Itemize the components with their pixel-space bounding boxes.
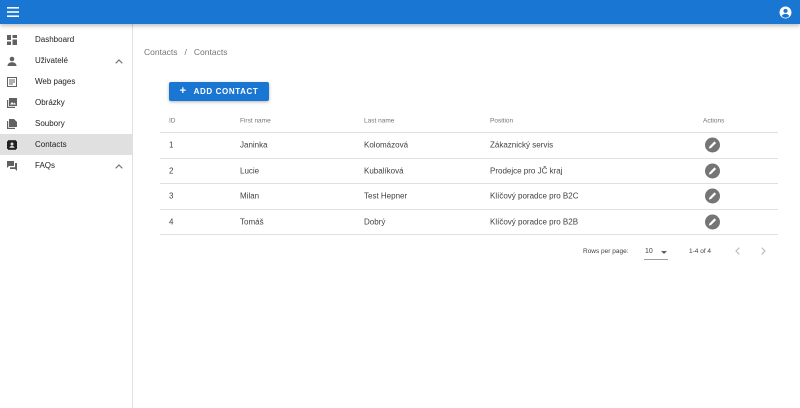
column-header-last-name[interactable]: Last name: [364, 118, 394, 125]
contacts-table: ID First name Last name Position Actions…: [160, 110, 778, 235]
chevron-right-icon[interactable]: [758, 246, 768, 256]
cell-id: 1: [169, 140, 174, 150]
rows-per-page-value: 10: [645, 248, 653, 255]
breadcrumb-separator: /: [184, 47, 187, 57]
cell-last-name: Kubalíková: [364, 166, 404, 176]
column-header-first-name[interactable]: First name: [240, 118, 271, 125]
table-header: ID First name Last name Position Actions: [160, 110, 778, 133]
breadcrumb-item: Contacts: [193, 47, 228, 57]
rows-per-page-label: Rows per page:: [583, 248, 629, 255]
pencil-icon: [708, 141, 717, 149]
edit-button[interactable]: [705, 214, 720, 230]
dashboard-icon: [6, 34, 17, 45]
sidebar-item-faqs[interactable]: FAQs: [0, 155, 132, 176]
pencil-icon: [708, 167, 717, 175]
sidebar-item-label: FAQs: [35, 161, 56, 170]
sidebar-item-files[interactable]: Soubory: [0, 113, 132, 134]
table-row[interactable]: 2 Lucie Kubalíková Prodejce pro JČ kraj: [160, 159, 778, 184]
dropdown-caret-icon: [661, 251, 667, 254]
column-header-position[interactable]: Position: [490, 118, 513, 125]
table-row[interactable]: 3 Milan Test Hepner Klíčový poradce pro …: [160, 184, 778, 210]
chevron-up-icon[interactable]: [114, 56, 124, 66]
cell-first-name: Milan: [240, 191, 260, 201]
rows-per-page-select[interactable]: 10: [644, 244, 668, 260]
sidebar-item-label: Obrázky: [35, 98, 65, 107]
person-icon: [6, 55, 17, 66]
breadcrumb: Contacts / Contacts: [144, 47, 227, 57]
sidebar-item-images[interactable]: Obrázky: [0, 92, 132, 113]
cell-id: 4: [169, 217, 174, 227]
cell-last-name: Dobrý: [364, 217, 386, 227]
add-contact-button[interactable]: + ADD CONTACT: [169, 82, 269, 101]
cell-position: Klíčový poradce pro B2C: [490, 191, 579, 201]
sidebar-item-label: Dashboard: [35, 35, 75, 44]
cell-position: Klíčový poradce pro B2B: [490, 217, 579, 227]
chevron-up-icon[interactable]: [114, 161, 124, 171]
edit-button[interactable]: [705, 163, 720, 179]
column-header-actions: Actions: [703, 117, 725, 125]
sidebar-item-label: Contacts: [35, 140, 67, 149]
edit-button[interactable]: [705, 188, 720, 204]
sidebar-item-web-pages[interactable]: Web pages: [0, 71, 132, 92]
table-row[interactable]: 1 Janinka Kolomázová Zákaznický servis: [160, 133, 778, 159]
pencil-icon: [708, 218, 717, 226]
forum-icon: [6, 160, 17, 171]
edit-button[interactable]: [705, 137, 720, 153]
sidebar-item-label: Uživatelé: [35, 56, 68, 65]
cell-id: 2: [169, 166, 174, 176]
sidebar-item-users[interactable]: Uživatelé: [0, 50, 132, 71]
column-header-id[interactable]: ID: [169, 118, 176, 125]
cell-first-name: Janinka: [240, 140, 268, 150]
cell-id: 3: [169, 191, 174, 201]
web-page-icon: [6, 76, 17, 87]
breadcrumb-item[interactable]: Contacts: [144, 47, 178, 57]
file-library-icon: [6, 118, 17, 129]
cell-position: Zákaznický servis: [490, 140, 554, 150]
contacts-icon: [6, 139, 17, 150]
cell-position: Prodejce pro JČ kraj: [490, 166, 563, 176]
sidebar: Dashboard Uživatelé Web pages Obrázky So…: [0, 24, 133, 408]
chevron-left-icon[interactable]: [732, 246, 742, 256]
hamburger-menu-icon[interactable]: [4, 3, 22, 21]
sidebar-item-contacts[interactable]: Contacts: [0, 134, 132, 155]
sidebar-item-label: Soubory: [35, 119, 65, 128]
cell-last-name: Test Hepner: [364, 191, 408, 201]
app-bar: [0, 0, 800, 24]
pagination-range: 1-4 of 4: [689, 248, 712, 255]
sidebar-item-dashboard[interactable]: Dashboard: [0, 29, 132, 50]
cell-first-name: Tomáš: [240, 217, 264, 227]
pencil-icon: [708, 192, 717, 200]
table-pagination: Rows per page: 10 1-4 of 4: [160, 240, 778, 264]
account-circle-icon[interactable]: [776, 3, 794, 21]
cell-last-name: Kolomázová: [364, 140, 409, 150]
table-row[interactable]: 4 Tomáš Dobrý Klíčový poradce pro B2B: [160, 210, 778, 235]
plus-icon: +: [179, 85, 187, 97]
cell-first-name: Lucie: [240, 166, 260, 176]
sidebar-item-label: Web pages: [35, 77, 76, 86]
image-library-icon: [6, 97, 17, 108]
add-contact-label: ADD CONTACT: [193, 87, 259, 96]
